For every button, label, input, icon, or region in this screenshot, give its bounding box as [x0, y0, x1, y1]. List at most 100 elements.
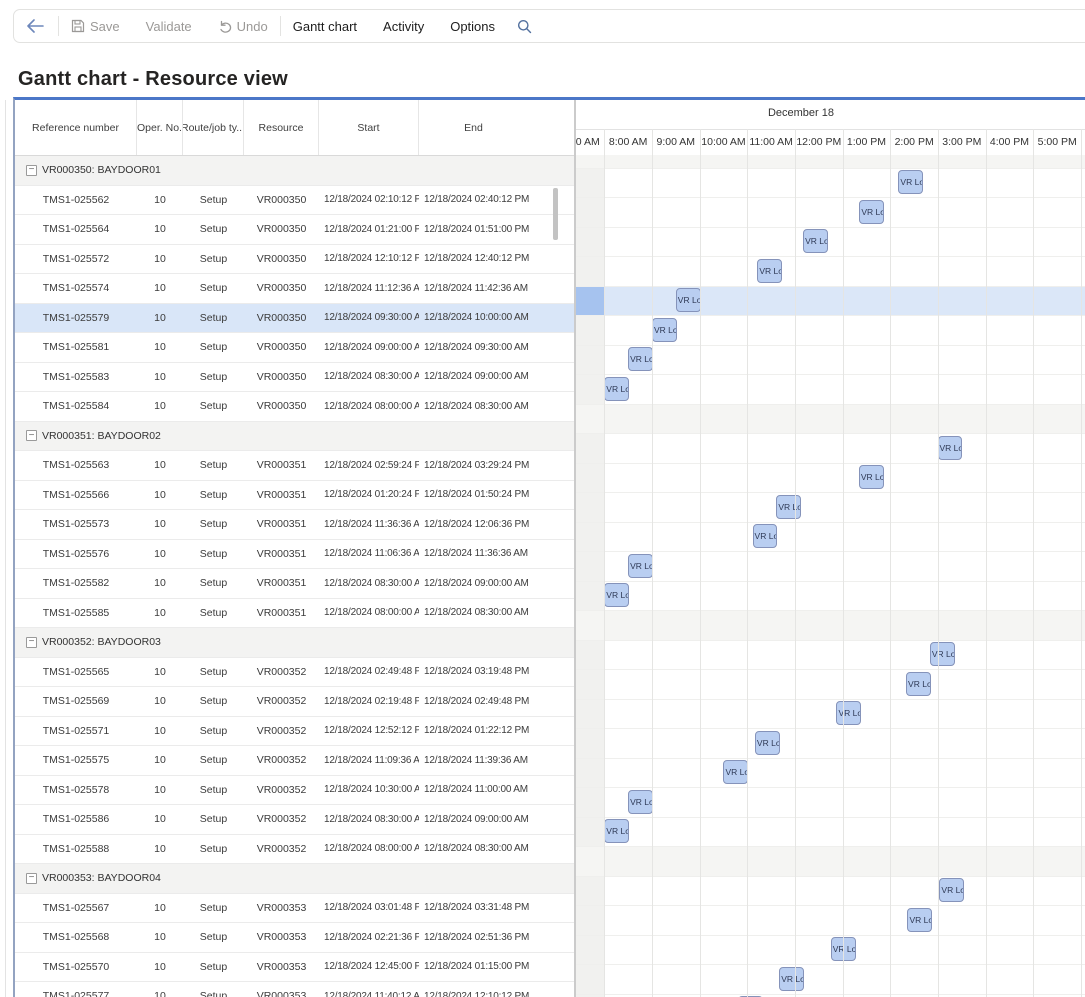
gantt-bar-label: VR Lo: [606, 384, 629, 394]
gantt-task-bar[interactable]: VR Lo: [938, 436, 963, 460]
column-header-oper-no-[interactable]: Oper. No.: [137, 100, 183, 155]
cell-oper-no: 10: [137, 577, 183, 589]
group-header-label: −VR000350: BAYDOOR01: [15, 164, 161, 176]
gantt-chart-label: Gantt chart: [293, 19, 357, 34]
cell-reference-number: TMS1-025582: [15, 577, 137, 589]
cell-end: 12/18/2024 09:00:00 AM: [419, 371, 575, 382]
cell-oper-no: 10: [137, 931, 183, 943]
cell-start: 12/18/2024 02:21:36 PM: [319, 932, 419, 943]
table-row[interactable]: TMS1-02558610SetupVR00035212/18/2024 08:…: [15, 805, 575, 835]
gantt-task-bar[interactable]: VR Lo: [803, 229, 828, 253]
table-row[interactable]: TMS1-02557210SetupVR00035012/18/2024 12:…: [15, 245, 575, 275]
table-row[interactable]: TMS1-02557010SetupVR00035312/18/2024 12:…: [15, 953, 575, 983]
group-header-row[interactable]: −VR000353: BAYDOOR04: [15, 864, 575, 894]
table-row[interactable]: TMS1-02557710SetupVR00035312/18/2024 11:…: [15, 982, 575, 997]
table-row[interactable]: TMS1-02557510SetupVR00035212/18/2024 11:…: [15, 746, 575, 776]
table-row[interactable]: TMS1-02558810SetupVR00035212/18/2024 08:…: [15, 835, 575, 865]
search-button[interactable]: [517, 19, 532, 34]
column-header-reference-number[interactable]: Reference number: [15, 100, 137, 155]
cell-resource: VR000352: [244, 754, 319, 766]
save-button[interactable]: Save: [71, 19, 120, 34]
menu-activity[interactable]: Activity: [383, 19, 424, 34]
collapse-minus-icon[interactable]: −: [26, 873, 37, 884]
table-row[interactable]: TMS1-02557810SetupVR00035212/18/2024 10:…: [15, 776, 575, 806]
gantt-task-bar[interactable]: VR Lo: [604, 819, 629, 843]
gantt-task-bar[interactable]: VR Lo: [757, 259, 782, 283]
gantt-bar-label: VR Lo: [606, 590, 629, 600]
group-header-row[interactable]: −VR000352: BAYDOOR03: [15, 628, 575, 658]
table-row[interactable]: TMS1-02556410SetupVR00035012/18/2024 01:…: [15, 215, 575, 245]
table-row[interactable]: TMS1-02558310SetupVR00035012/18/2024 08:…: [15, 363, 575, 393]
gantt-task-bar[interactable]: VR Lo: [755, 731, 780, 755]
gantt-bar-label: VR Lo: [861, 207, 884, 217]
gantt-task-bar[interactable]: VR Lo: [779, 967, 804, 991]
gantt-task-bar[interactable]: VR Lo: [859, 200, 884, 224]
table-row[interactable]: TMS1-02556910SetupVR00035212/18/2024 02:…: [15, 687, 575, 717]
cell-start: 12/18/2024 02:10:12 PM: [319, 194, 419, 205]
gantt-task-bar[interactable]: VR Lo: [753, 524, 778, 548]
table-row[interactable]: TMS1-02557610SetupVR00035112/18/2024 11:…: [15, 540, 575, 570]
gantt-task-bar[interactable]: VR Lo: [628, 554, 653, 578]
group-title: VR000351: BAYDOOR02: [42, 430, 161, 442]
table-row[interactable]: TMS1-02557910SetupVR00035012/18/2024 09:…: [15, 304, 575, 334]
gantt-task-bar[interactable]: VR Lo: [836, 701, 861, 725]
table-row[interactable]: TMS1-02558110SetupVR00035012/18/2024 09:…: [15, 333, 575, 363]
time-tick-label: 5:00 PM: [1038, 136, 1077, 148]
gantt-task-bar[interactable]: VR Lo: [676, 288, 701, 312]
cell-end: 12/18/2024 08:30:00 AM: [419, 607, 575, 618]
collapse-minus-icon[interactable]: −: [26, 430, 37, 441]
table-row[interactable]: TMS1-02557110SetupVR00035212/18/2024 12:…: [15, 717, 575, 747]
gantt-task-bar[interactable]: VR Lo: [628, 790, 653, 814]
gantt-task-bar[interactable]: VR Lo: [859, 465, 884, 489]
group-header-row[interactable]: −VR000351: BAYDOOR02: [15, 422, 575, 452]
table-row[interactable]: TMS1-02556610SetupVR00035112/18/2024 01:…: [15, 481, 575, 511]
menu-gantt-chart[interactable]: Gantt chart: [293, 19, 357, 34]
gantt-task-bar[interactable]: VR Lo: [604, 583, 629, 607]
gantt-task-bar[interactable]: VR Lo: [604, 377, 629, 401]
table-row[interactable]: TMS1-02556810SetupVR00035312/18/2024 02:…: [15, 923, 575, 953]
collapse-minus-icon[interactable]: −: [26, 165, 37, 176]
column-header-resource[interactable]: Resource: [244, 100, 319, 155]
column-header-end[interactable]: End: [419, 100, 575, 155]
validate-button[interactable]: Validate: [146, 19, 192, 34]
cell-resource: VR000351: [244, 607, 319, 619]
gantt-bar-label: VR Lo: [805, 236, 828, 246]
collapse-minus-icon[interactable]: −: [26, 637, 37, 648]
column-header-route-job-ty-[interactable]: Route/job ty...: [183, 100, 244, 155]
gantt-task-bar[interactable]: VR Lo: [652, 318, 677, 342]
timeline-date-row: December 18: [576, 100, 1085, 130]
table-row[interactable]: TMS1-02558410SetupVR00035012/18/2024 08:…: [15, 392, 575, 422]
cell-resource: VR000352: [244, 695, 319, 707]
gantt-task-bar[interactable]: VR Lo: [628, 347, 653, 371]
gantt-task-bar[interactable]: VR Lo: [930, 642, 955, 666]
gantt-task-bar[interactable]: VR Lo: [723, 760, 748, 784]
gantt-task-bar[interactable]: VR Lo: [776, 495, 801, 519]
cell-oper-no: 10: [137, 548, 183, 560]
grid-vertical-scrollbar[interactable]: [553, 188, 558, 240]
table-row[interactable]: TMS1-02556310SetupVR00035112/18/2024 02:…: [15, 451, 575, 481]
undo-button[interactable]: Undo: [218, 19, 268, 34]
cell-oper-no: 10: [137, 253, 183, 265]
gantt-task-bar[interactable]: VR Lo: [907, 908, 932, 932]
vertical-gridline: [604, 129, 605, 997]
gantt-task-bar[interactable]: VR Lo: [898, 170, 923, 194]
gantt-bar-label: VR Lo: [678, 295, 701, 305]
cell-start: 12/18/2024 09:30:00 AM: [319, 312, 419, 323]
command-bar: Save Validate Undo Gantt chart Activity …: [13, 9, 1085, 43]
gantt-task-bar[interactable]: VR Lo: [939, 878, 964, 902]
gantt-task-bar[interactable]: VR Lo: [906, 672, 931, 696]
table-row[interactable]: TMS1-02556210SetupVR00035012/18/2024 02:…: [15, 186, 575, 216]
table-row[interactable]: TMS1-02557310SetupVR00035112/18/2024 11:…: [15, 510, 575, 540]
table-row[interactable]: TMS1-02557410SetupVR00035012/18/2024 11:…: [15, 274, 575, 304]
table-row[interactable]: TMS1-02556710SetupVR00035312/18/2024 03:…: [15, 894, 575, 924]
menu-options[interactable]: Options: [450, 19, 495, 34]
time-tick-label: 7:00 AM: [576, 136, 600, 148]
table-row[interactable]: TMS1-02558210SetupVR00035112/18/2024 08:…: [15, 569, 575, 599]
cell-reference-number: TMS1-025574: [15, 282, 137, 294]
table-row[interactable]: TMS1-02558510SetupVR00035112/18/2024 08:…: [15, 599, 575, 629]
group-header-row[interactable]: −VR000350: BAYDOOR01: [15, 156, 575, 186]
back-button[interactable]: [26, 19, 44, 33]
column-header-start[interactable]: Start: [319, 100, 419, 155]
table-row[interactable]: TMS1-02556510SetupVR00035212/18/2024 02:…: [15, 658, 575, 688]
group-header-label: −VR000351: BAYDOOR02: [15, 430, 161, 442]
